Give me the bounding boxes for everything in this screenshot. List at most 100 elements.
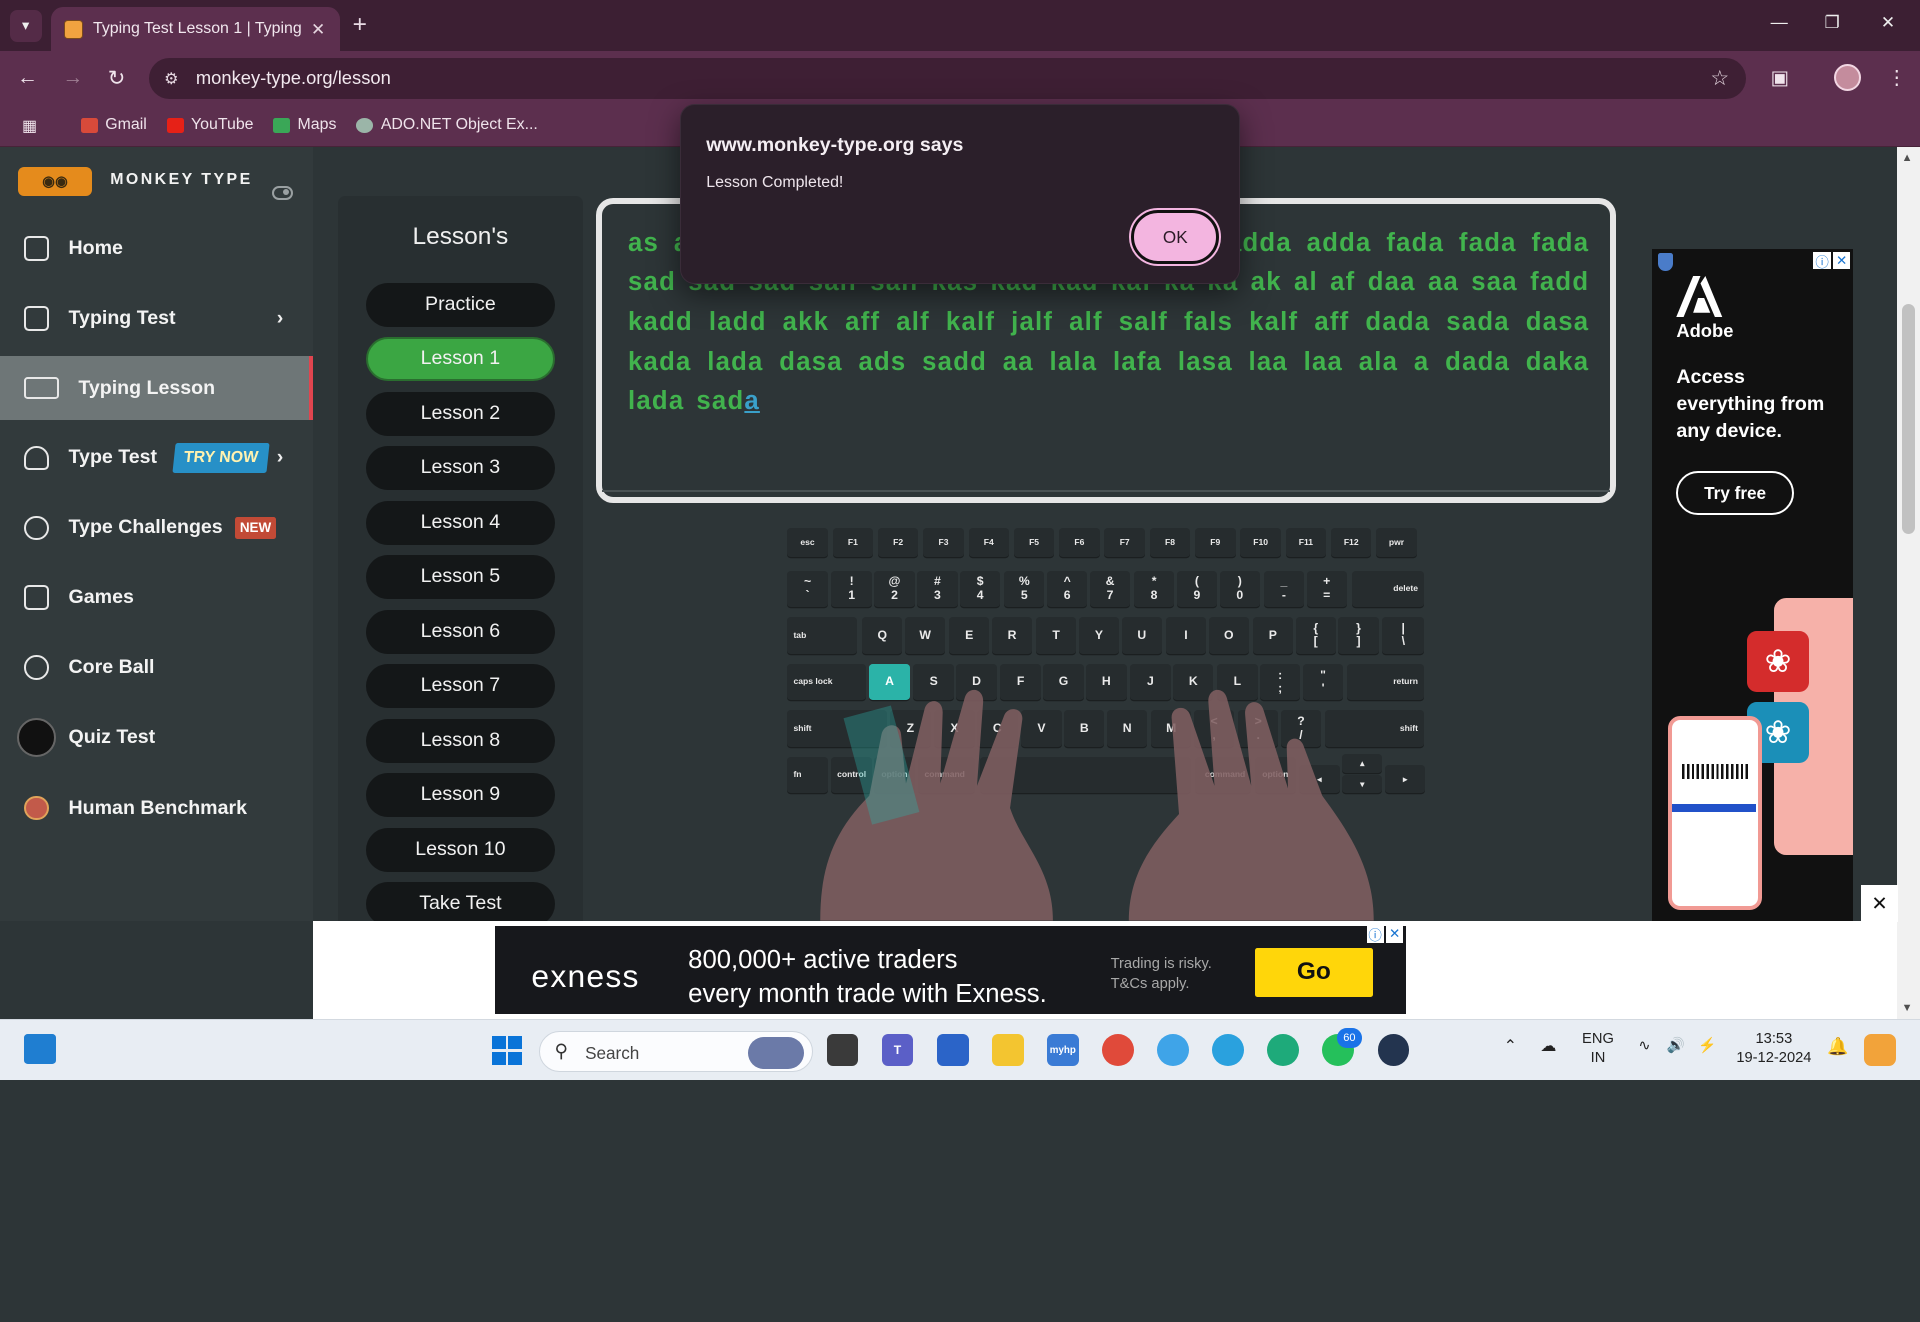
key-f6: F6 [1059,527,1100,558]
lesson-button-2[interactable]: Lesson 2 [366,391,555,436]
close-window-button[interactable]: ✕ [1881,12,1895,33]
key-6: ^ 6 [1046,570,1088,608]
key-m: M [1151,710,1192,747]
bookmark-maps[interactable]: Maps [273,116,336,134]
eclipse-icon[interactable] [1377,1034,1410,1067]
sidebar-item-typing-lesson[interactable]: Typing Lesson [0,356,314,420]
sidebar-item-games[interactable]: Games [0,566,313,630]
lesson-button-8[interactable]: Lesson 8 [366,718,555,763]
active-tab[interactable]: Typing Test Lesson 1 | Typing Te ✕ [51,7,341,52]
forward-button[interactable]: → [62,66,83,90]
lesson-button-practice[interactable]: Practice [366,282,555,327]
myhp-icon[interactable]: myhp [1046,1034,1079,1067]
copilot-pre-icon[interactable] [1863,1034,1896,1067]
restore-button[interactable]: ❐ [1825,12,1840,33]
copilot-icon[interactable] [1157,1034,1189,1067]
lesson-button-7[interactable]: Lesson 7 [366,663,555,708]
task-view-icon[interactable] [826,1034,859,1067]
page-scrollbar[interactable]: ▲ ▼ [1896,146,1920,1019]
battery-icon[interactable]: ⚡ [1698,1037,1716,1057]
bookmark-adonet[interactable]: ADO.NET Object Ex... [356,116,538,134]
chevron-right-icon: › [276,446,284,469]
sidebar-item-type-test[interactable]: Type Test TRY NOW › [0,426,313,490]
ad-try-free-button[interactable]: Try free [1676,471,1794,516]
scroll-thumb[interactable] [1901,303,1916,534]
new-tab-button[interactable]: + [353,11,367,39]
site-info-icon[interactable]: ⚙ [164,69,178,89]
theme-toggle-icon[interactable] [271,186,293,200]
key-option-left: option [874,756,915,794]
address-bar[interactable]: ⚙ monkey-type.org/lesson ☆ [149,57,1747,100]
quiz-icon [17,717,57,757]
taskbar-search[interactable]: ⚲ Search [538,1030,814,1073]
exness-go-button[interactable]: Go [1255,947,1373,997]
reload-button[interactable]: ↻ [108,66,125,91]
bookmark-gmail[interactable]: Gmail [80,116,147,134]
file-explorer-icon[interactable] [991,1034,1024,1067]
tab-close-icon[interactable]: ✕ [311,19,325,40]
minimize-button[interactable]: — [1771,12,1788,33]
key-lbracket: {[ [1295,617,1336,654]
exness-ad[interactable]: exness 800,000+ active traders every mon… [494,925,1406,1014]
volume-icon[interactable]: 🔊 [1667,1037,1685,1057]
edge-icon[interactable] [1267,1034,1300,1067]
back-button[interactable]: ← [17,66,38,90]
notifications-bell-icon[interactable]: 🔔 [1827,1036,1848,1057]
adobe-ad[interactable]: ⓘ ✕ Adobe Access everything from any dev… [1651,248,1853,921]
telegram-icon[interactable] [1212,1034,1245,1067]
apps-grid-icon[interactable]: ▦ [22,116,37,136]
monkey-type-logo[interactable]: ◉◉ [18,166,92,196]
key-quote: " ' [1302,663,1344,701]
gmail-icon [80,117,98,133]
scroll-down-icon[interactable]: ▼ [1902,1002,1913,1014]
key-v: V [1021,710,1062,747]
key-tilde: ~ ` [787,570,828,608]
key-i: I [1165,617,1207,654]
onedrive-icon[interactable]: ☁ [1540,1037,1556,1057]
lesson-button-9[interactable]: Lesson 9 [366,772,555,817]
try-now-badge[interactable]: TRY NOW [172,442,270,474]
lesson-button-5[interactable]: Lesson 5 [366,554,555,599]
url-text[interactable]: monkey-type.org/lesson [196,67,391,89]
tab-search-button[interactable]: ▾ [9,9,42,42]
search-icon: ⚲ [554,1040,568,1062]
lesson-button-6[interactable]: Lesson 6 [366,609,555,654]
phone-banner [1671,803,1757,813]
menu-kebab-icon[interactable]: ⋮ [1887,66,1907,90]
sidebar-item-typing-test[interactable]: Typing Test › [0,287,313,351]
dialog-ok-button[interactable]: OK [1129,208,1222,267]
lesson-button-3[interactable]: Lesson 3 [366,445,555,490]
key-d: D [956,663,997,701]
language-indicator[interactable]: ENG IN [1582,1030,1614,1069]
clock[interactable]: 13:53 19-12-2024 [1736,1030,1811,1069]
ad-info-icon[interactable]: ⓘ [1366,925,1384,943]
bookmark-star-icon[interactable]: ☆ [1710,66,1729,91]
start-button[interactable] [492,1035,522,1066]
teams-icon[interactable]: T [881,1034,914,1067]
sidebar-item-human-benchmark[interactable]: Human Benchmark [0,776,313,840]
bookmark-youtube[interactable]: YouTube [166,116,254,134]
ad-info-icon[interactable]: ⓘ [1813,252,1831,270]
ad-close-icon[interactable]: ✕ [1386,925,1404,943]
ad-close-icon[interactable]: ✕ [1833,252,1851,270]
close-ad-button[interactable]: ✕ [1861,885,1898,923]
sidebar-item-home[interactable]: Home [0,217,313,281]
lesson-button-1[interactable]: Lesson 1 [366,336,555,381]
openai-icon [356,117,374,133]
chrome-icon[interactable] [1102,1034,1134,1067]
lesson-button-4[interactable]: Lesson 4 [366,500,555,545]
scroll-up-icon[interactable]: ▲ [1902,152,1913,164]
widgets-icon[interactable] [24,1034,57,1064]
store-icon[interactable] [936,1034,969,1067]
sidebar-item-core-ball[interactable]: Core Ball [0,636,313,700]
tray-chevron-icon[interactable]: ⌃ [1504,1037,1517,1057]
take-test-button[interactable]: Take Test [366,881,555,926]
wifi-icon[interactable]: ∿ [1638,1037,1650,1057]
profile-avatar[interactable] [1834,63,1862,91]
home-icon [24,236,49,261]
sidebar-item-type-challenges[interactable]: Type Challenges NEW [0,496,313,560]
lesson-button-10[interactable]: Lesson 10 [366,827,555,872]
key-f7: F7 [1104,527,1145,558]
extensions-icon[interactable]: ▣ [1771,66,1790,90]
sidebar-item-quiz-test[interactable]: Quiz Test [0,705,313,769]
